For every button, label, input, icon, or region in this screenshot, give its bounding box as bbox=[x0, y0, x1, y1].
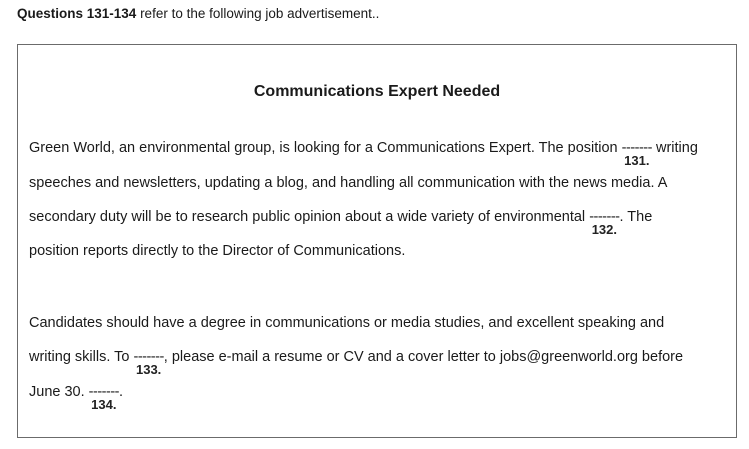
paragraph2-line2: writing skills. To ------- 133., please e… bbox=[29, 349, 684, 377]
blank-131[interactable]: ------- 131. bbox=[622, 140, 653, 168]
paragraph2-line1: Candidates should have a degree in commu… bbox=[29, 315, 665, 331]
blank-number: 133. bbox=[135, 362, 162, 377]
blank-134[interactable]: ------- 134. bbox=[89, 384, 120, 412]
ad-title: Communications Expert Needed bbox=[253, 83, 501, 100]
text-segment: . The bbox=[619, 209, 653, 225]
paragraph1-line1: Green World, an environmental group, is … bbox=[29, 140, 698, 168]
blank-133[interactable]: ------- 133. bbox=[133, 349, 164, 377]
text-segment: secondary duty will be to research publi… bbox=[29, 209, 590, 225]
text-segment: writing bbox=[651, 140, 698, 156]
intro-text: refer to the following job advertisement… bbox=[136, 6, 380, 21]
blank-132[interactable]: ------- 132. bbox=[589, 209, 620, 237]
text-segment: June 30. bbox=[29, 384, 89, 400]
paragraph2-line3: June 30. ------- 134.. bbox=[29, 384, 124, 412]
job-advertisement-box: Communications Expert Needed Green World… bbox=[17, 44, 737, 438]
paragraph1-line2: speeches and newsletters, updating a blo… bbox=[29, 175, 668, 191]
text-segment: , please e-mail a resume or CV and a cov… bbox=[163, 349, 684, 365]
blank-number: 132. bbox=[591, 222, 617, 237]
text-segment: . bbox=[118, 384, 124, 400]
paragraph1-line3: secondary duty will be to research publi… bbox=[29, 209, 653, 237]
text-segment: writing skills. To bbox=[29, 349, 134, 365]
blank-number: 131. bbox=[624, 153, 650, 168]
paragraph1-line4: position reports directly to the Directo… bbox=[29, 243, 406, 259]
text-segment: Green World, an environmental group, is … bbox=[29, 140, 622, 156]
blank-number: 134. bbox=[91, 397, 117, 412]
question-range: Questions 131-134 bbox=[17, 6, 137, 21]
question-intro: Questions 131-134 refer to the following… bbox=[17, 6, 379, 21]
